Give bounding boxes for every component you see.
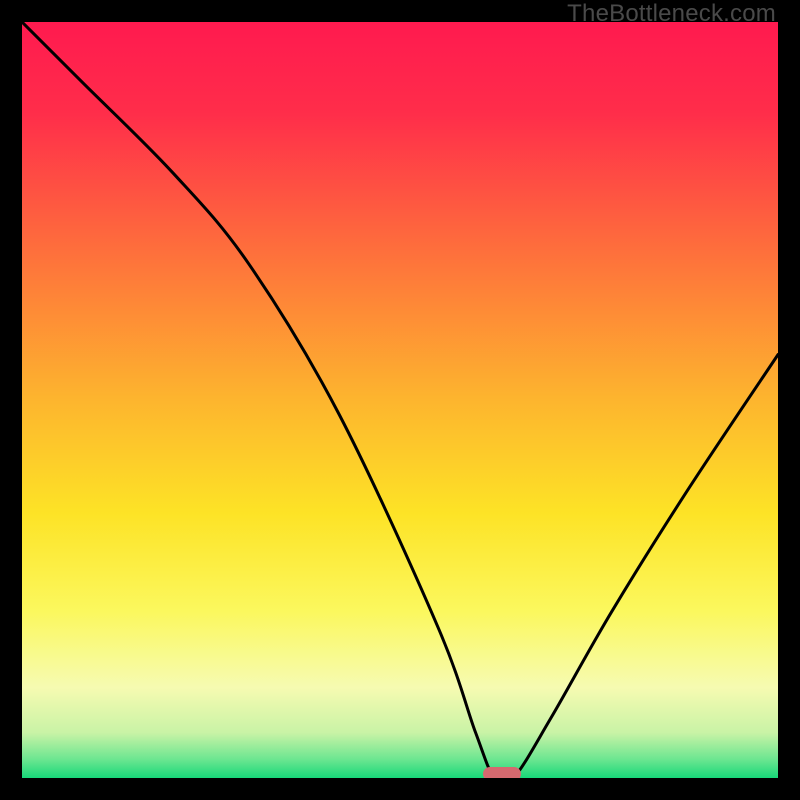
- plot-area: [22, 22, 778, 778]
- optimal-marker: [483, 767, 521, 778]
- bottleneck-curve: [22, 22, 778, 778]
- chart-frame: TheBottleneck.com: [0, 0, 800, 800]
- watermark-label: TheBottleneck.com: [567, 0, 776, 28]
